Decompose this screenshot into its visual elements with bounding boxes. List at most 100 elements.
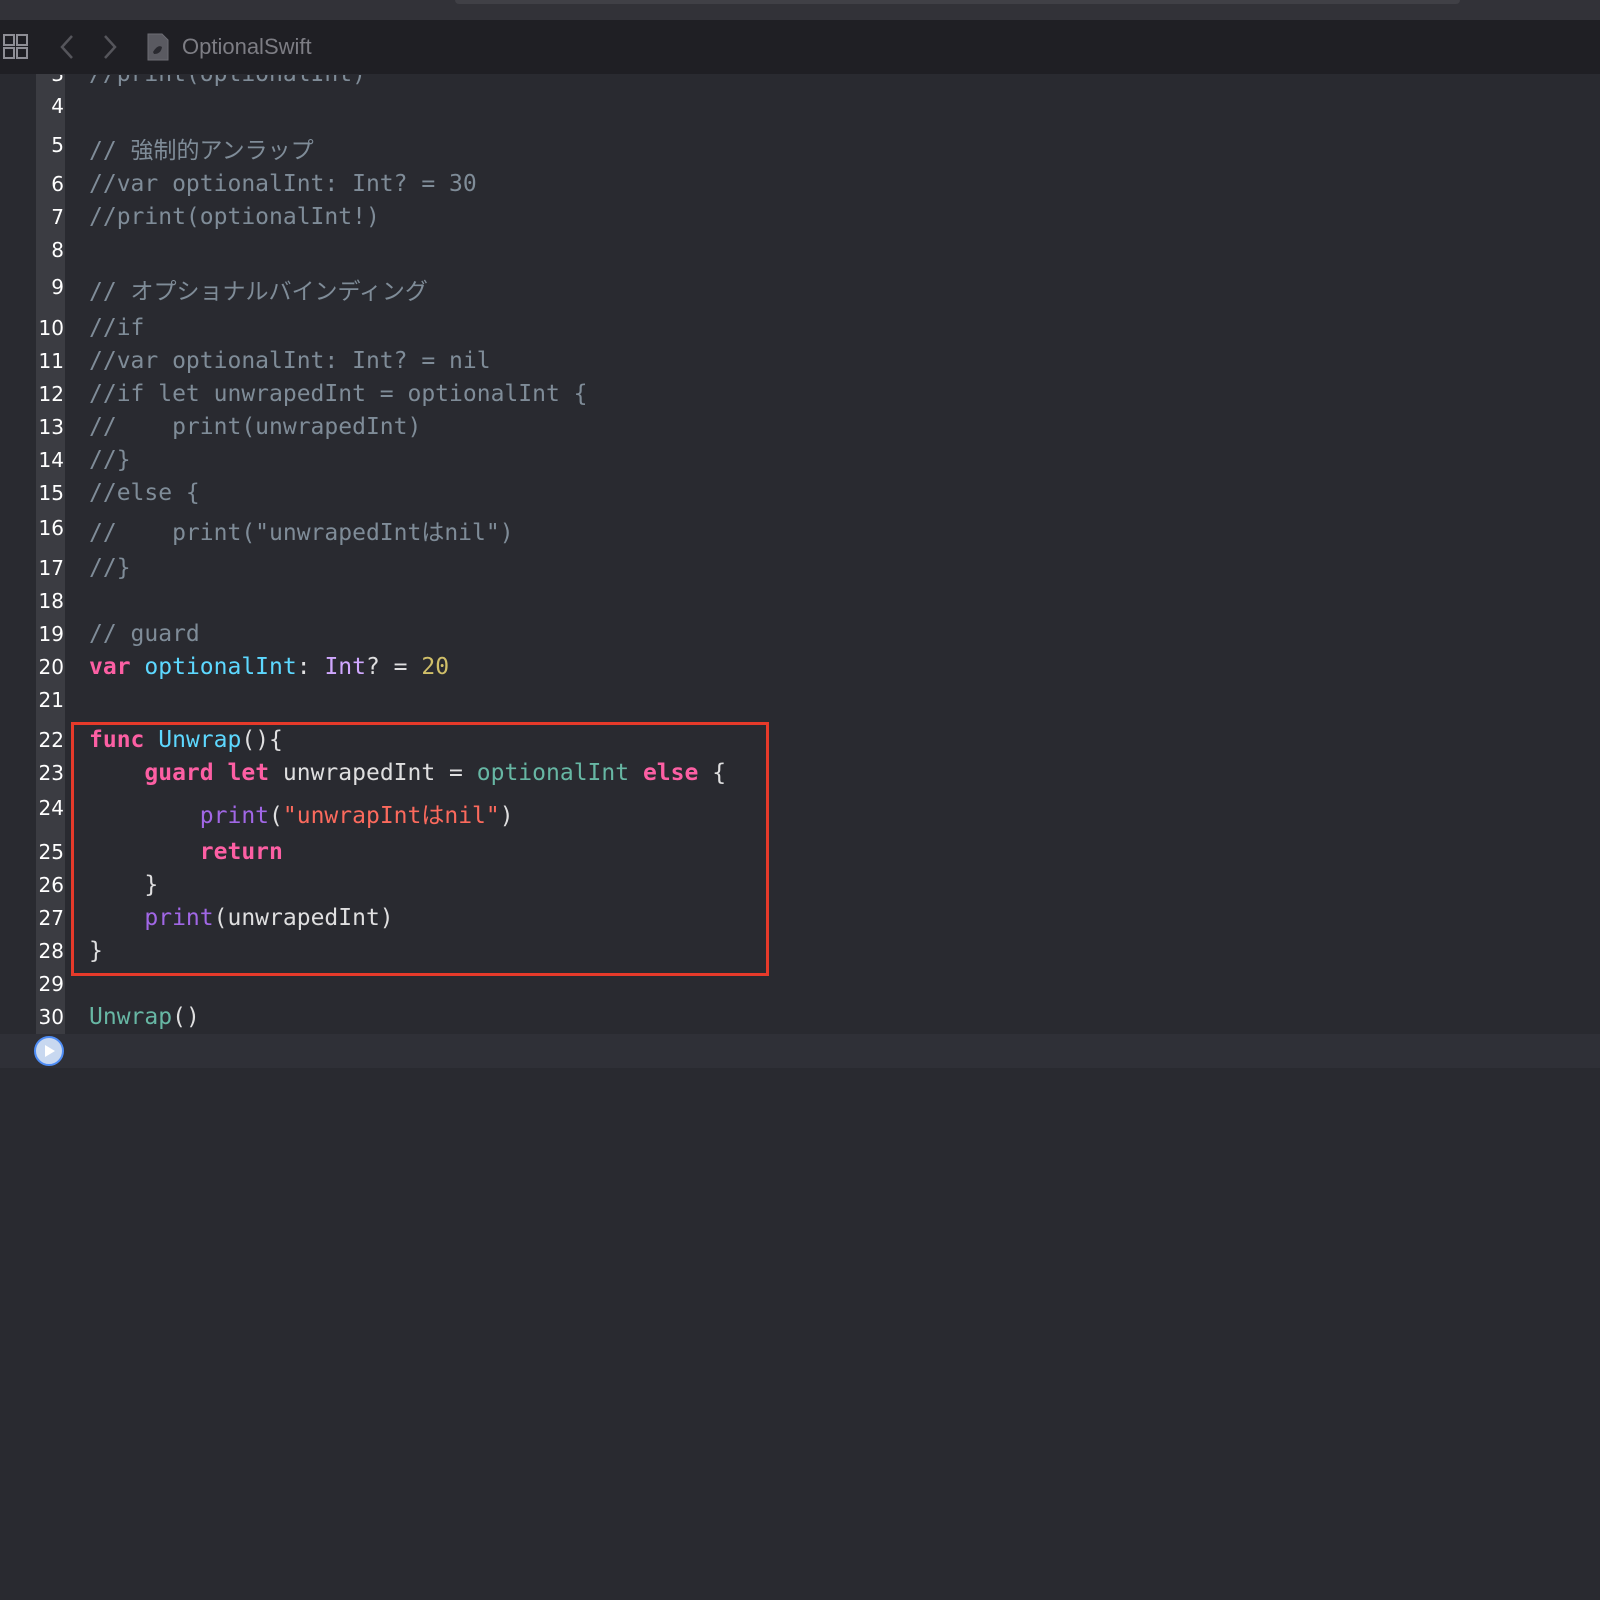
code-line-10: 10 //if bbox=[0, 312, 1600, 345]
code-text: Unwrap() bbox=[89, 1001, 200, 1034]
code-line-5: 5 // 強制的アンラップ bbox=[0, 132, 1600, 165]
line-number: 21 bbox=[38, 688, 64, 712]
code-line-7: 7 //print(optionalInt!) bbox=[0, 201, 1600, 234]
line-number: 8 bbox=[51, 238, 64, 262]
code-text: return bbox=[89, 836, 283, 869]
code-text: // 強制的アンラップ bbox=[89, 138, 314, 164]
code-text: //else { bbox=[89, 480, 200, 506]
line-number: 6 bbox=[51, 172, 64, 196]
chevron-left-icon[interactable] bbox=[55, 32, 79, 62]
code-line-21: 21 bbox=[0, 684, 1600, 717]
code-line-18: 18 bbox=[0, 585, 1600, 618]
run-playground-button[interactable] bbox=[34, 1036, 64, 1066]
code-line-27: 27 print(unwrapedInt) bbox=[0, 902, 1600, 935]
line-number: 23 bbox=[38, 761, 64, 785]
code-line-26: 26 } bbox=[0, 869, 1600, 902]
number-literal: 20 bbox=[421, 654, 450, 680]
function-print: print bbox=[144, 905, 214, 931]
code-line-14: 14 //} bbox=[0, 444, 1600, 477]
code-brace: } bbox=[89, 938, 103, 964]
line-number: 19 bbox=[38, 622, 64, 646]
title-bar bbox=[0, 0, 1600, 21]
code-line-22: 22 func Unwrap(){ bbox=[0, 724, 1600, 757]
activity-view[interactable] bbox=[455, 0, 1460, 4]
line-number: 29 bbox=[38, 972, 64, 996]
code-text: //var optionalInt: Int? = 30 bbox=[89, 171, 477, 197]
code-punct: : bbox=[296, 654, 325, 680]
type-Int: Int bbox=[324, 654, 366, 680]
line-number: 17 bbox=[38, 556, 64, 580]
line-number: 20 bbox=[38, 655, 64, 679]
xcode-window: OptionalSwift 3 //print(optionalInt) 4 5… bbox=[0, 0, 1600, 1600]
line-number: 7 bbox=[51, 205, 64, 229]
code-plain: unwrapedInt = bbox=[269, 760, 477, 786]
code-text: } bbox=[89, 869, 158, 902]
code-text: } bbox=[89, 935, 103, 968]
line-number: 15 bbox=[38, 481, 64, 505]
code-punct: ? = bbox=[365, 654, 422, 680]
swift-file-icon bbox=[145, 32, 171, 62]
code-text: // print(unwrapedInt) bbox=[89, 414, 422, 440]
code-line-8: 8 bbox=[0, 234, 1600, 267]
code-line-19: 19 // guard bbox=[0, 618, 1600, 651]
code-line-29: 29 bbox=[0, 968, 1600, 1001]
line-number: 16 bbox=[38, 516, 64, 540]
keyword-guard: guard bbox=[144, 760, 214, 786]
code-text: //if let unwrapedInt = optionalInt { bbox=[89, 381, 588, 407]
code-line-13: 13 // print(unwrapedInt) bbox=[0, 411, 1600, 444]
play-icon bbox=[45, 1045, 55, 1057]
code-line-4: 4 bbox=[0, 90, 1600, 123]
code-line-9: 9 // オプショナルバインディング bbox=[0, 275, 1600, 309]
jump-bar: OptionalSwift bbox=[0, 20, 1600, 75]
code-punct: ) bbox=[499, 803, 514, 829]
file-name-breadcrumb[interactable]: OptionalSwift bbox=[182, 34, 312, 60]
code-line-12: 12 //if let unwrapedInt = optionalInt { bbox=[0, 378, 1600, 411]
function-print: print bbox=[199, 803, 270, 829]
line-number: 14 bbox=[38, 448, 64, 472]
code-line-20: 20 var optionalInt: Int? = 20 bbox=[0, 651, 1600, 684]
line-number: 27 bbox=[38, 906, 64, 930]
code-line-23: 23 guard let unwrapedInt = optionalInt e… bbox=[0, 757, 1600, 790]
code-text: guard let unwrapedInt = optionalInt else… bbox=[89, 757, 726, 790]
function-call-Unwrap: Unwrap bbox=[89, 1004, 173, 1030]
code-line-28: 28 } bbox=[0, 935, 1600, 968]
grid-icon[interactable] bbox=[2, 32, 30, 62]
code-text: // guard bbox=[89, 621, 200, 647]
identifier-optionalInt: optionalInt bbox=[476, 760, 630, 786]
code-punct: (){ bbox=[241, 727, 283, 753]
code-brace: } bbox=[89, 872, 159, 898]
code-text: // オプショナルバインディング bbox=[89, 279, 428, 305]
current-line-highlight bbox=[0, 1034, 1600, 1068]
code-text: print(unwrapedInt) bbox=[89, 902, 393, 935]
line-number: 25 bbox=[38, 840, 64, 864]
code-text: //} bbox=[89, 555, 131, 581]
identifier-optionalInt: optionalInt bbox=[144, 654, 297, 680]
code-text: func Unwrap(){ bbox=[89, 724, 283, 757]
line-number: 24 bbox=[38, 796, 64, 820]
code-line-16: 16 // print("unwrapedIntはnil") bbox=[0, 516, 1600, 550]
code-line-6: 6 //var optionalInt: Int? = 30 bbox=[0, 168, 1600, 201]
line-number: 26 bbox=[38, 873, 64, 897]
code-line-17: 17 //} bbox=[0, 552, 1600, 585]
code-line-11: 11 //var optionalInt: Int? = nil bbox=[0, 345, 1600, 378]
code-text: //print(optionalInt!) bbox=[89, 204, 380, 230]
keyword-func: func bbox=[89, 727, 145, 753]
line-number: 9 bbox=[51, 275, 64, 299]
line-number: 11 bbox=[38, 349, 64, 373]
line-number: 5 bbox=[51, 133, 64, 157]
line-number: 13 bbox=[38, 415, 64, 439]
code-text: //var optionalInt: Int? = nil bbox=[89, 348, 491, 374]
code-line-25: 25 return bbox=[0, 836, 1600, 869]
keyword-else: else bbox=[642, 760, 699, 786]
chevron-right-icon[interactable] bbox=[98, 32, 122, 62]
code-punct: () bbox=[172, 1004, 200, 1030]
line-number: 28 bbox=[38, 939, 64, 963]
